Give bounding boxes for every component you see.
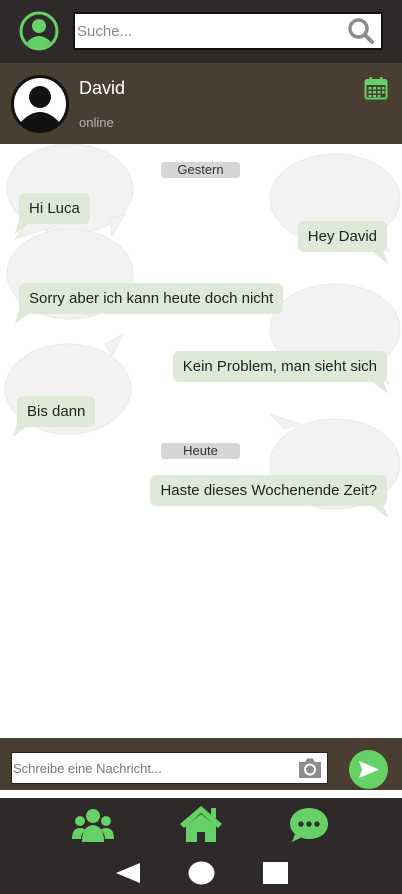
home-icon[interactable] bbox=[178, 804, 224, 844]
camera-icon[interactable] bbox=[297, 756, 323, 780]
contact-name: David bbox=[79, 78, 126, 98]
contact-status: online bbox=[79, 115, 114, 130]
back-icon[interactable] bbox=[115, 862, 141, 884]
send-button[interactable] bbox=[349, 750, 388, 789]
search-input[interactable] bbox=[75, 14, 343, 48]
message-bubble-outgoing[interactable]: Kein Problem, man sieht sich bbox=[172, 351, 387, 382]
profile-button[interactable] bbox=[19, 11, 59, 51]
bubble-tail bbox=[13, 423, 31, 437]
users-icon[interactable] bbox=[72, 806, 114, 844]
home-circle-icon[interactable] bbox=[188, 861, 215, 885]
divider bbox=[0, 790, 402, 798]
message-composer bbox=[0, 738, 402, 790]
message-field bbox=[11, 752, 328, 784]
top-bar bbox=[0, 0, 402, 63]
chat-icon[interactable] bbox=[289, 806, 329, 844]
avatar[interactable] bbox=[11, 75, 69, 133]
message-bubble-outgoing[interactable]: Haste dieses Wochenende Zeit? bbox=[150, 475, 387, 506]
recents-square-icon[interactable] bbox=[263, 862, 288, 884]
message-input[interactable] bbox=[12, 753, 292, 783]
date-separator: Gestern bbox=[161, 162, 240, 178]
message-bubble-incoming[interactable]: Sorry aber ich kann heute doch nicht bbox=[19, 283, 284, 314]
search-icon[interactable] bbox=[347, 17, 375, 45]
calendar-icon[interactable] bbox=[364, 76, 388, 100]
search-box bbox=[73, 12, 383, 50]
bottom-navigation bbox=[0, 798, 402, 894]
bubble-tail bbox=[368, 248, 388, 264]
chat-header: David online bbox=[0, 63, 402, 144]
bubble-tail bbox=[368, 378, 388, 394]
bubble-tail bbox=[15, 310, 33, 324]
bubble-tail bbox=[15, 220, 33, 234]
user-circle-icon bbox=[19, 11, 59, 51]
bubble-tail bbox=[368, 502, 388, 518]
date-separator: Heute bbox=[161, 443, 240, 459]
send-icon bbox=[359, 761, 379, 778]
message-list[interactable]: Gestern Hi Luca Hey David Sorry aber ich… bbox=[0, 144, 402, 738]
